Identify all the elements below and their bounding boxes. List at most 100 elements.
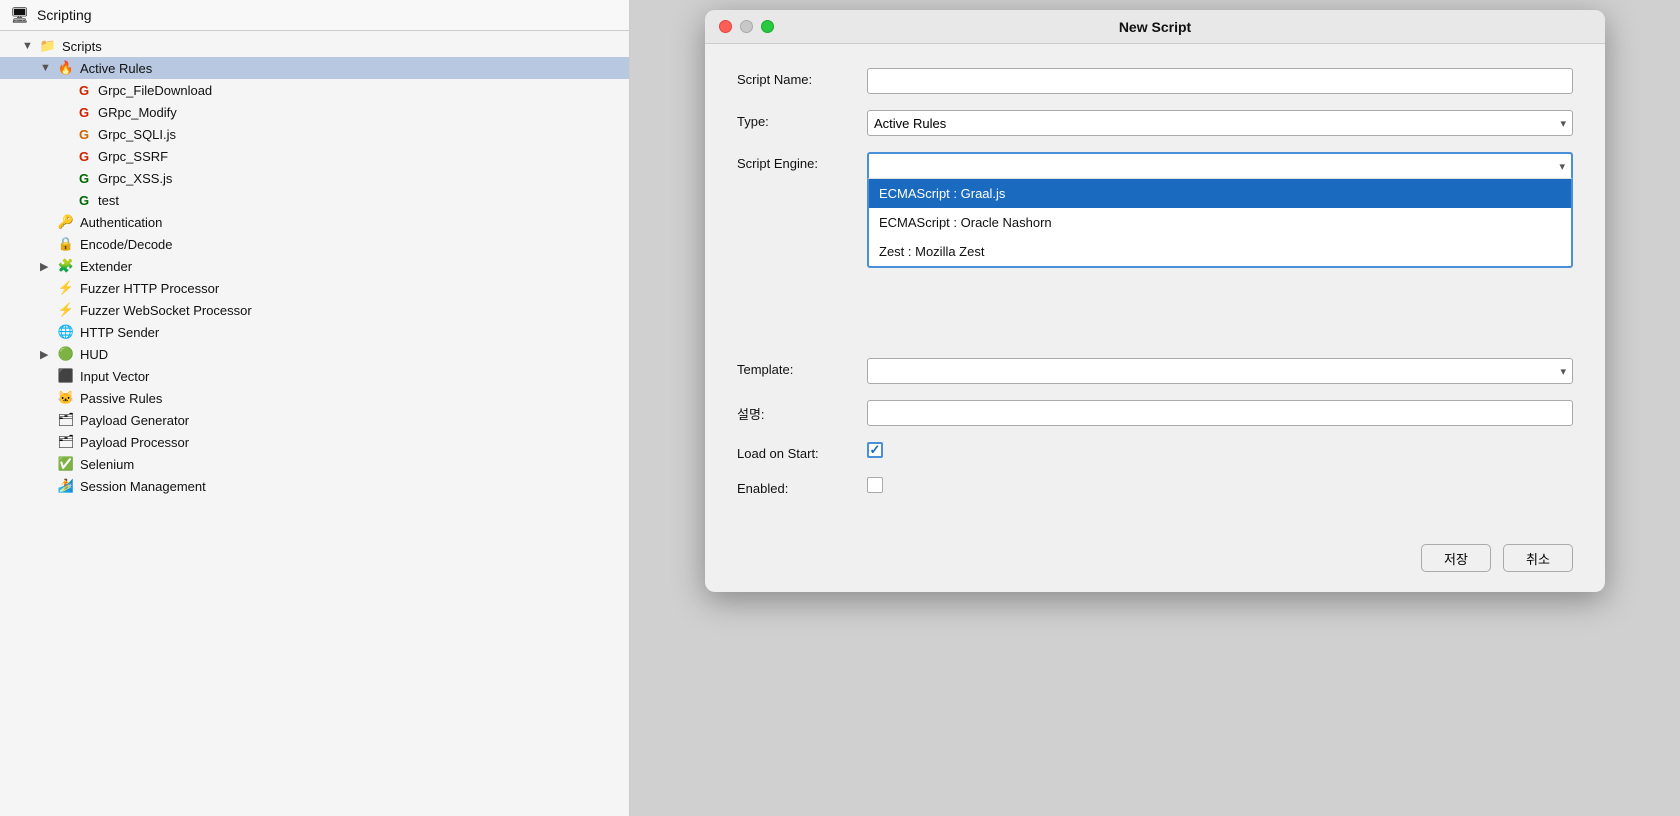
tree-scripts[interactable]: ▼ 📁 Scripts <box>0 35 629 57</box>
tree-item-hud[interactable]: ▶ 🟢 HUD <box>0 343 629 365</box>
maximize-button[interactable] <box>761 20 774 33</box>
type-value: Active Rules <box>874 116 946 131</box>
g-icon-grpc-xss: G <box>74 170 94 186</box>
script-engine-row: Script Engine: ▾ ECMAScript : Graal.js E… <box>737 152 1573 178</box>
traffic-lights <box>719 20 774 33</box>
label-http-sender: HTTP Sender <box>80 325 159 340</box>
toggle-scripts: ▼ <box>22 40 38 52</box>
label-fuzzer-ws: Fuzzer WebSocket Processor <box>80 303 252 318</box>
fuzzer-http-icon: ⚡ <box>56 280 76 296</box>
monitor-icon: 🖥 <box>10 6 29 24</box>
template-label: Template: <box>737 358 867 377</box>
dialog-new-script: New Script Script Name: Type: Active Rul… <box>705 10 1605 592</box>
label-grpc-ssrf: Grpc_SSRF <box>98 149 168 164</box>
tree-item-fuzzer-http[interactable]: ⚡ Fuzzer HTTP Processor <box>0 277 629 299</box>
tree-item-payload-generator[interactable]: 🗂 Payload Generator <box>0 409 629 431</box>
type-row: Type: Active Rules ▾ <box>737 110 1573 136</box>
tree-item-encode-decode[interactable]: 🔒 Encode/Decode <box>0 233 629 255</box>
http-sender-icon: 🌐 <box>56 324 76 340</box>
load-on-start-row: Load on Start: ✓ <box>737 442 1573 461</box>
label-grpc-modify: GRpc_Modify <box>98 105 177 120</box>
hud-icon: 🟢 <box>56 346 76 362</box>
template-control: ▾ <box>867 358 1573 384</box>
g-icon-grpc-ssrf: G <box>74 148 94 164</box>
toggle-hud: ▶ <box>40 348 56 361</box>
label-passive-rules: Passive Rules <box>80 391 162 406</box>
g-icon-grpc-modify: G <box>74 104 94 120</box>
label-grpc-xss: Grpc_XSS.js <box>98 171 172 186</box>
tree-item-passive-rules[interactable]: 🐱 Passive Rules <box>0 387 629 409</box>
enabled-checkbox[interactable] <box>867 477 883 493</box>
tree-item-input-vector[interactable]: ⬛ Input Vector <box>0 365 629 387</box>
close-button[interactable] <box>719 20 732 33</box>
load-on-start-control: ✓ <box>867 442 1573 458</box>
g-icon-grpc-filedownload: G <box>74 82 94 98</box>
label-selenium: Selenium <box>80 457 134 472</box>
type-select[interactable]: Active Rules ▾ <box>867 110 1573 136</box>
type-chevron: ▾ <box>1560 117 1566 130</box>
tree-item-selenium[interactable]: ✅ Selenium <box>0 453 629 475</box>
label-grpc-sqli: Grpc_SQLI.js <box>98 127 176 142</box>
script-engine-select[interactable]: ▾ <box>867 152 1573 178</box>
script-name-row: Script Name: <box>737 68 1573 94</box>
dialog-titlebar: New Script <box>705 10 1605 44</box>
label-payload-processor: Payload Processor <box>80 435 189 450</box>
selenium-icon: ✅ <box>56 456 76 472</box>
script-engine-control: ▾ ECMAScript : Graal.js ECMAScript : Ora… <box>867 152 1573 178</box>
minimize-button[interactable] <box>740 20 753 33</box>
label-payload-generator: Payload Generator <box>80 413 189 428</box>
tree-item-grpc-ssrf[interactable]: G Grpc_SSRF <box>0 145 629 167</box>
tree-item-test[interactable]: G test <box>0 189 629 211</box>
template-row: Template: ▾ <box>737 358 1573 384</box>
top-bar: 🖥 Scripting <box>0 0 629 31</box>
tree-item-grpc-modify[interactable]: G GRpc_Modify <box>0 101 629 123</box>
authentication-icon: 🔑 <box>56 214 76 230</box>
dialog-title: New Script <box>1119 19 1191 35</box>
g-icon-grpc-sqli: G <box>74 126 94 142</box>
label-test: test <box>98 193 119 208</box>
tree-item-grpc-xss[interactable]: G Grpc_XSS.js <box>0 167 629 189</box>
g-icon-test: G <box>74 192 94 208</box>
tree-root: ▼ 📁 Scripts ▼ 🔥 Active Rules G Grpc_File… <box>0 31 629 501</box>
scripts-label: Scripts <box>62 39 102 54</box>
tree-item-grpc-filedownload[interactable]: G Grpc_FileDownload <box>0 79 629 101</box>
dialog-body: Script Name: Type: Active Rules ▾ Script… <box>705 44 1605 532</box>
load-on-start-label: Load on Start: <box>737 442 867 461</box>
tree-item-http-sender[interactable]: 🌐 HTTP Sender <box>0 321 629 343</box>
label-input-vector: Input Vector <box>80 369 149 384</box>
dropdown-zest[interactable]: Zest : Mozilla Zest <box>869 237 1571 266</box>
extender-icon: 🧩 <box>56 258 76 274</box>
script-name-label: Script Name: <box>737 68 867 87</box>
cancel-button[interactable]: 취소 <box>1503 544 1573 572</box>
label-hud: HUD <box>80 347 108 362</box>
tree-item-fuzzer-ws[interactable]: ⚡ Fuzzer WebSocket Processor <box>0 299 629 321</box>
script-name-input[interactable] <box>867 68 1573 94</box>
description-input[interactable] <box>867 400 1573 426</box>
tree-item-payload-processor[interactable]: 🗂 Payload Processor <box>0 431 629 453</box>
passive-rules-icon: 🐱 <box>56 390 76 406</box>
dropdown-ecma-graal[interactable]: ECMAScript : Graal.js <box>869 179 1571 208</box>
tree-item-session-management[interactable]: 🏄 Session Management <box>0 475 629 497</box>
toggle-active-rules: ▼ <box>40 62 56 74</box>
tree-item-extender[interactable]: ▶ 🧩 Extender <box>0 255 629 277</box>
session-management-icon: 🏄 <box>56 478 76 494</box>
payload-generator-icon: 🗂 <box>56 412 76 428</box>
description-label: 설명: <box>737 400 867 423</box>
template-select[interactable]: ▾ <box>867 358 1573 384</box>
payload-processor-icon: 🗂 <box>56 434 76 450</box>
label-authentication: Authentication <box>80 215 162 230</box>
label-fuzzer-http: Fuzzer HTTP Processor <box>80 281 219 296</box>
tree-item-grpc-sqli[interactable]: G Grpc_SQLI.js <box>0 123 629 145</box>
tree-active-rules[interactable]: ▼ 🔥 Active Rules <box>0 57 629 79</box>
right-panel: New Script Script Name: Type: Active Rul… <box>630 0 1680 816</box>
left-panel: 🖥 Scripting ▼ 📁 Scripts ▼ 🔥 Active Rules… <box>0 0 630 816</box>
label-extender: Extender <box>80 259 132 274</box>
dropdown-ecma-nashorn[interactable]: ECMAScript : Oracle Nashorn <box>869 208 1571 237</box>
script-engine-chevron: ▾ <box>1559 160 1565 173</box>
tree-item-authentication[interactable]: 🔑 Authentication <box>0 211 629 233</box>
load-on-start-checkbox[interactable]: ✓ <box>867 442 883 458</box>
script-engine-label: Script Engine: <box>737 152 867 171</box>
label-grpc-filedownload: Grpc_FileDownload <box>98 83 212 98</box>
save-button[interactable]: 저장 <box>1421 544 1491 572</box>
active-rules-icon: 🔥 <box>56 60 76 76</box>
